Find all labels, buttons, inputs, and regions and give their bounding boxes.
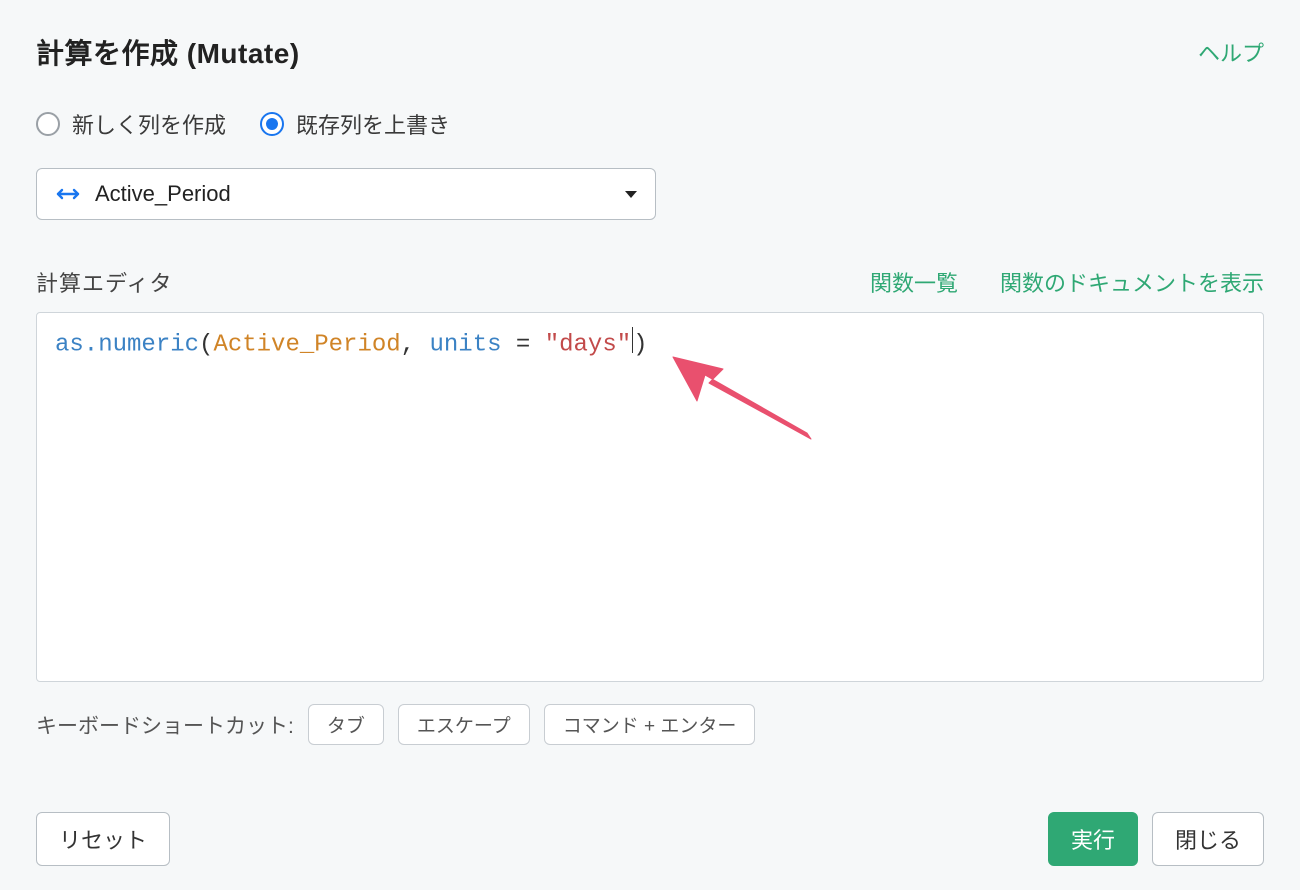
- shortcut-key-escape: エスケープ: [398, 704, 530, 745]
- expression-editor[interactable]: as.numeric(Active_Period, units = "days"…: [36, 312, 1264, 682]
- function-docs-link[interactable]: 関数のドキュメントを表示: [1000, 266, 1264, 298]
- radio-icon: [260, 112, 284, 136]
- dialog-header: 計算を作成 (Mutate) ヘルプ: [36, 32, 1264, 72]
- column-type-icon: [55, 184, 81, 204]
- column-mode-radios: 新しく列を作成 既存列を上書き: [36, 108, 1264, 140]
- code-token-str: days: [559, 331, 617, 358]
- radio-icon: [36, 112, 60, 136]
- code-token-eq: =: [502, 331, 545, 358]
- code-token-open: (: [199, 331, 213, 358]
- shortcut-key-tab: タブ: [308, 704, 384, 745]
- radio-overwrite-column[interactable]: 既存列を上書き: [260, 108, 450, 140]
- run-button[interactable]: 実行: [1048, 812, 1138, 866]
- reset-button[interactable]: リセット: [36, 812, 170, 866]
- shortcuts-label: キーボードショートカット:: [36, 710, 294, 740]
- selected-column-name: Active_Period: [95, 181, 625, 207]
- code-token-comma: ,: [401, 331, 430, 358]
- dialog-footer: リセット 実行 閉じる: [36, 812, 1264, 866]
- radio-create-label: 新しく列を作成: [72, 108, 226, 140]
- editor-header: 計算エディタ 関数一覧 関数のドキュメントを表示: [36, 266, 1264, 298]
- target-column-select[interactable]: Active_Period: [36, 168, 656, 220]
- chevron-down-icon: [625, 191, 637, 198]
- code-token-fn: as.numeric: [55, 331, 199, 358]
- mutate-dialog: 計算を作成 (Mutate) ヘルプ 新しく列を作成 既存列を上書き Activ…: [0, 0, 1300, 890]
- annotation-arrow-icon: [667, 353, 817, 443]
- shortcut-key-cmd-enter: コマンド + エンター: [544, 704, 756, 745]
- keyboard-shortcuts-row: キーボードショートカット: タブ エスケープ コマンド + エンター: [36, 704, 1264, 745]
- code-token-qclose: ": [617, 331, 631, 358]
- radio-create-new-column[interactable]: 新しく列を作成: [36, 108, 226, 140]
- editor-label: 計算エディタ: [36, 266, 172, 298]
- code-token-argnm: units: [429, 331, 501, 358]
- radio-dot-icon: [266, 118, 278, 130]
- help-link[interactable]: ヘルプ: [1198, 36, 1264, 68]
- function-list-link[interactable]: 関数一覧: [870, 266, 958, 298]
- code-token-id: Active_Period: [213, 331, 400, 358]
- radio-overwrite-label: 既存列を上書き: [296, 108, 450, 140]
- dialog-title: 計算を作成 (Mutate): [36, 32, 300, 72]
- close-button[interactable]: 閉じる: [1152, 812, 1264, 866]
- code-token-qopen: ": [545, 331, 559, 358]
- code-token-close: ): [633, 331, 647, 358]
